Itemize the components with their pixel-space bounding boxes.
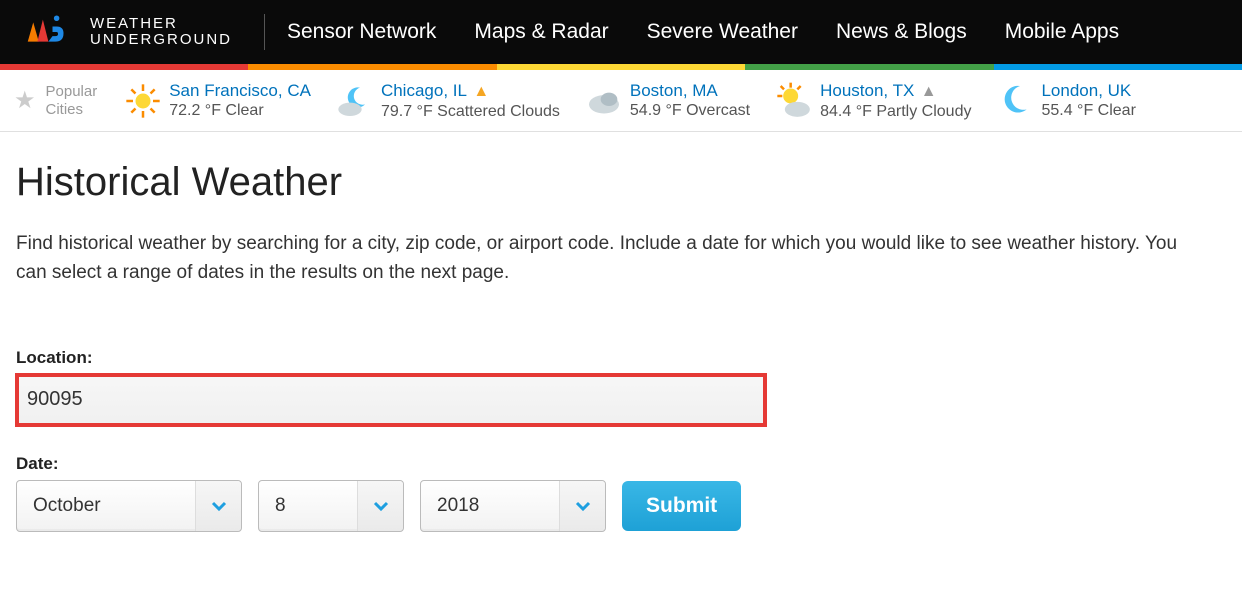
nav-news-blogs[interactable]: News & Blogs: [836, 20, 967, 44]
nav-sensor-network[interactable]: Sensor Network: [287, 20, 436, 44]
city-san-francisco[interactable]: San Francisco, CA 72.2 °F Clear: [113, 80, 321, 121]
warning-icon: ▲: [921, 83, 937, 100]
city-name: Boston, MA: [630, 80, 750, 101]
site-logo[interactable]: WEATHER UNDERGROUND: [12, 10, 256, 54]
page-title: Historical Weather: [16, 160, 1226, 205]
top-nav: WEATHER UNDERGROUND Sensor Network Maps …: [0, 0, 1242, 64]
city-houston[interactable]: Houston, TX ▲ 84.4 °F Partly Cloudy: [764, 80, 981, 122]
chevron-down-icon: [357, 481, 403, 531]
page-intro: Find historical weather by searching for…: [16, 229, 1196, 288]
brand-stripe: [0, 64, 1242, 70]
location-input[interactable]: [16, 374, 766, 426]
city-cond: 84.4 °F Partly Cloudy: [820, 102, 971, 122]
submit-button[interactable]: Submit: [622, 481, 741, 531]
city-boston[interactable]: Boston, MA 54.9 °F Overcast: [574, 80, 760, 121]
year-select[interactable]: 2018: [420, 480, 606, 532]
popular-cities-bar: ★ Popular Cities San Francisco, CA 72.2 …: [0, 70, 1242, 132]
star-icon[interactable]: ★: [14, 86, 36, 115]
chevron-down-icon: [195, 481, 241, 531]
brand-line2: UNDERGROUND: [90, 32, 232, 49]
nav-maps-radar[interactable]: Maps & Radar: [474, 20, 608, 44]
main-content: Historical Weather Find historical weath…: [0, 132, 1242, 550]
city-cond: 55.4 °F Clear: [1041, 101, 1135, 121]
year-value: 2018: [437, 495, 479, 517]
wu-logo-icon: [12, 10, 82, 54]
city-london[interactable]: London, UK 55.4 °F Clear: [985, 80, 1145, 121]
month-value: October: [33, 495, 101, 517]
sun-icon: [123, 81, 163, 121]
chevron-down-icon: [559, 481, 605, 531]
popular-label-l2: Cities: [46, 101, 98, 119]
day-select[interactable]: 8: [258, 480, 404, 532]
brand-text: WEATHER UNDERGROUND: [90, 16, 232, 49]
nav-links: Sensor Network Maps & Radar Severe Weath…: [273, 20, 1119, 44]
city-name: Houston, TX: [820, 81, 914, 100]
month-select[interactable]: October: [16, 480, 242, 532]
warning-icon: ▲: [473, 83, 489, 100]
brand-line1: WEATHER: [90, 16, 232, 33]
city-cond: 54.9 °F Overcast: [630, 101, 750, 121]
nav-mobile-apps[interactable]: Mobile Apps: [1005, 20, 1119, 44]
day-value: 8: [275, 495, 286, 517]
city-name: Chicago, IL: [381, 81, 467, 100]
city-cond: 72.2 °F Clear: [169, 101, 311, 121]
city-cond: 79.7 °F Scattered Clouds: [381, 102, 560, 122]
popular-label: Popular Cities: [46, 83, 98, 119]
sun-cloud-icon: [774, 81, 814, 121]
moon-cloud-icon: [335, 81, 375, 121]
date-row: October 8 2018 Submit: [16, 480, 1226, 532]
city-name: San Francisco, CA: [169, 80, 311, 101]
popular-label-l1: Popular: [46, 83, 98, 101]
nav-severe-weather[interactable]: Severe Weather: [647, 20, 798, 44]
city-chicago[interactable]: Chicago, IL ▲ 79.7 °F Scattered Clouds: [325, 80, 570, 122]
city-name: London, UK: [1041, 80, 1135, 101]
nav-separator: [264, 14, 265, 50]
date-label: Date:: [16, 454, 1226, 474]
location-label: Location:: [16, 348, 1226, 368]
cloud-icon: [584, 81, 624, 121]
moon-icon: [995, 81, 1035, 121]
